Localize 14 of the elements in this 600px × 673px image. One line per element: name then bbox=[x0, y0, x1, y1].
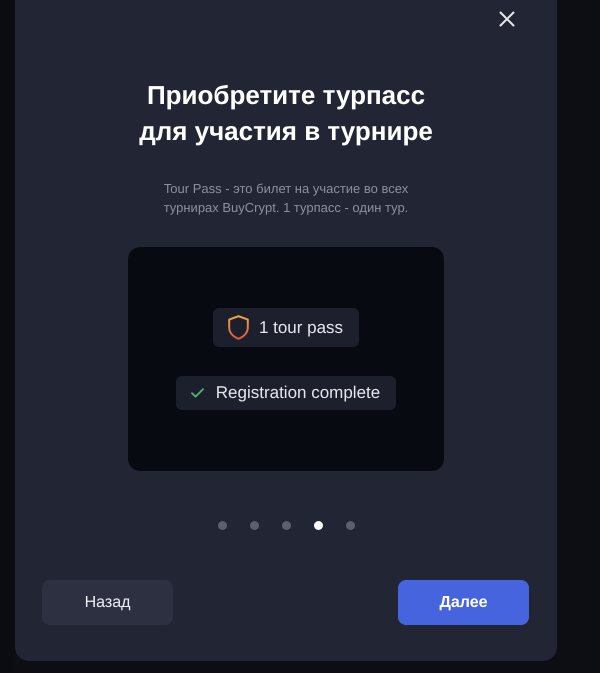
back-button[interactable]: Назад bbox=[42, 580, 173, 625]
page-dot-icon[interactable] bbox=[282, 521, 290, 530]
badge-label: 1 tour pass bbox=[258, 318, 344, 338]
check-icon bbox=[190, 388, 204, 398]
page-dot-icon[interactable] bbox=[314, 521, 322, 530]
dialog-title: Приобретите турпасс для участия в турнире bbox=[138, 79, 434, 148]
shield-icon bbox=[228, 315, 249, 340]
page-dot-icon[interactable] bbox=[218, 521, 226, 530]
badge-label: Registration complete bbox=[216, 383, 380, 403]
next-button[interactable]: Далее bbox=[398, 580, 529, 625]
page-dot-icon[interactable] bbox=[346, 521, 354, 530]
page-dot-icon[interactable] bbox=[250, 521, 258, 530]
dialog-description: Tour Pass - это билет на участие во всех турнирах BuyCrypt. 1 турпасс - один тур. bbox=[162, 180, 410, 217]
close-icon[interactable] bbox=[499, 11, 515, 27]
